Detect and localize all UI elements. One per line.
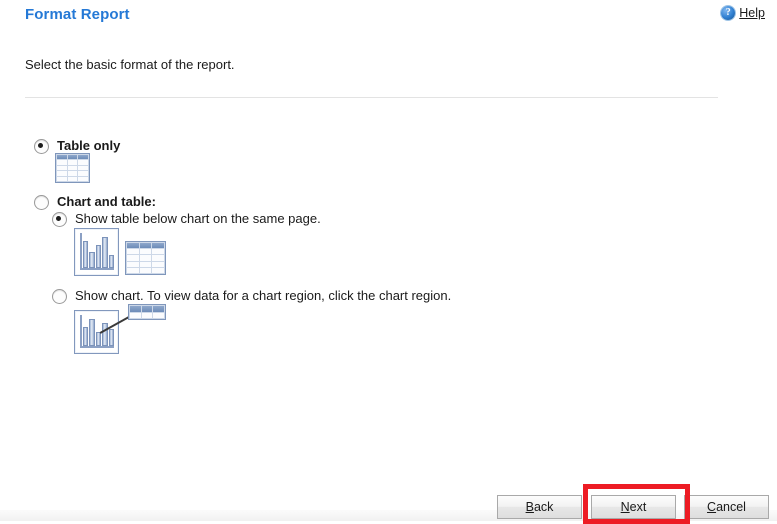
next-button[interactable]: Next xyxy=(591,495,676,519)
radio-show-chart-click-region[interactable] xyxy=(52,289,67,304)
help-link[interactable]: ? Help xyxy=(721,6,765,20)
suboption-show-chart-click-region-label: Show chart. To view data for a chart reg… xyxy=(75,288,452,303)
table-icon xyxy=(55,153,90,183)
table-icon-row xyxy=(57,165,89,171)
chart-y-axis xyxy=(80,315,82,348)
suboption-show-table-below-chart-label: Show table below chart on the same page. xyxy=(75,211,321,226)
cancel-button[interactable]: Cancel xyxy=(684,495,769,519)
chart-bars xyxy=(83,315,115,346)
intro-text: Select the basic format of the report. xyxy=(25,57,235,72)
next-button-accesskey: N xyxy=(620,500,630,514)
suboption-show-chart-click-region[interactable]: Show chart. To view data for a chart reg… xyxy=(52,289,451,304)
back-button-accesskey: B xyxy=(525,500,534,514)
option-table-only-label: Table only xyxy=(57,138,121,153)
help-circle-icon: ? xyxy=(721,6,736,20)
header-divider xyxy=(25,97,718,98)
next-button-label: ext xyxy=(629,500,647,514)
bar-chart-glyph xyxy=(74,228,119,276)
table-glyph xyxy=(125,241,166,275)
chart-x-axis xyxy=(80,346,114,348)
cancel-button-accesskey: C xyxy=(707,500,717,514)
table-icon-row xyxy=(57,160,89,165)
suboption-show-table-below-chart[interactable]: Show table below chart on the same page. xyxy=(52,212,321,227)
chart-x-axis xyxy=(80,268,114,270)
bar-chart-glyph xyxy=(74,310,119,354)
back-button-label: ack xyxy=(533,500,554,514)
option-chart-and-table-label: Chart and table: xyxy=(57,194,156,209)
chart-bars xyxy=(83,233,115,268)
option-chart-and-table[interactable]: Chart and table: xyxy=(34,195,156,210)
table-icon-row xyxy=(57,176,89,182)
table-icon-row xyxy=(57,171,89,176)
page-title: Format Report xyxy=(25,6,130,23)
option-table-only[interactable]: Table only xyxy=(34,139,120,154)
chart-y-axis xyxy=(80,233,82,270)
table-icon-header-row xyxy=(57,155,89,160)
radio-chart-and-table[interactable] xyxy=(34,195,49,210)
tooltip-table-glyph xyxy=(128,304,166,320)
chart-with-callout-icon xyxy=(74,304,166,354)
back-button[interactable]: Back xyxy=(497,495,582,519)
help-link-label: Help xyxy=(739,6,765,20)
radio-show-table-below-chart[interactable] xyxy=(52,212,67,227)
chart-and-table-icon xyxy=(74,228,166,276)
radio-table-only[interactable] xyxy=(34,139,49,154)
cancel-button-label: ancel xyxy=(716,500,746,514)
wizard-button-bar: Back Next Cancel xyxy=(0,495,777,521)
